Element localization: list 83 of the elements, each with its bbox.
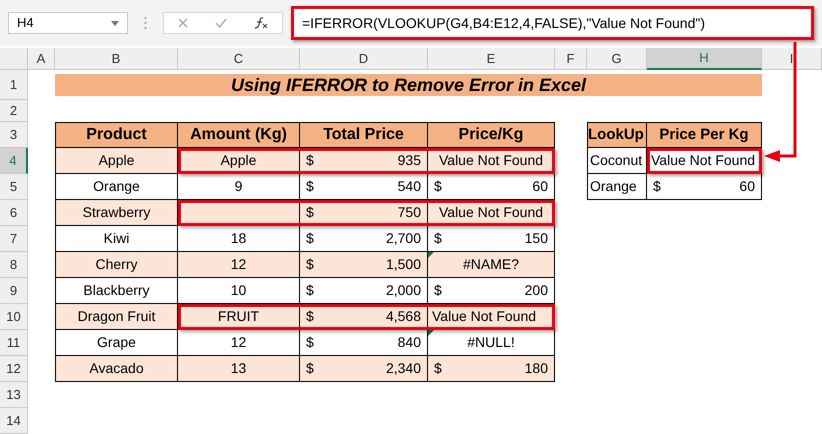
column-header[interactable]: C: [178, 48, 300, 70]
table-cell: Orange: [55, 174, 178, 200]
column-header[interactable]: G: [587, 48, 647, 70]
row-header[interactable]: 13: [0, 382, 28, 408]
name-box[interactable]: H4: [8, 12, 128, 34]
row-header[interactable]: 3: [0, 122, 28, 148]
table-cell: 10: [178, 278, 300, 304]
cell-value: 935: [398, 151, 421, 170]
currency-symbol: $: [653, 177, 661, 196]
cell-value: 2,000: [386, 281, 421, 300]
currency-symbol: $: [306, 151, 314, 170]
cell-value: 1,500: [386, 255, 421, 274]
currency-symbol: $: [434, 359, 442, 378]
table-cell: Dragon Fruit: [55, 304, 178, 330]
cell-value: 150: [524, 229, 548, 248]
row-header[interactable]: 9: [0, 278, 28, 304]
table-cell: Apple: [55, 148, 178, 174]
column-header[interactable]: D: [300, 48, 428, 70]
table-cell: Strawberry: [55, 200, 178, 226]
currency-symbol: $: [306, 307, 314, 326]
column-header[interactable]: B: [55, 48, 178, 70]
title-banner: Using IFERROR to Remove Error in Excel: [55, 74, 762, 96]
cell-value: 2,340: [386, 359, 421, 378]
column-header[interactable]: I: [762, 48, 822, 70]
table-cell: Blackberry: [55, 278, 178, 304]
column-heading: Price Per Kg: [647, 122, 762, 148]
currency-symbol: $: [306, 177, 314, 196]
table-cell: Orange: [587, 174, 647, 200]
column-heading: Price/Kg: [428, 122, 555, 148]
currency-symbol: $: [434, 281, 442, 300]
row-header[interactable]: 7: [0, 226, 28, 252]
table-cell: Avacado: [55, 356, 178, 382]
currency-symbol: $: [306, 281, 314, 300]
row-header[interactable]: 10: [0, 304, 28, 330]
cell-value: 2,700: [386, 229, 421, 248]
row-header[interactable]: 8: [0, 252, 28, 278]
column-header[interactable]: H: [647, 48, 762, 70]
cell-value: 200: [524, 281, 548, 300]
table-cell: 9: [178, 174, 300, 200]
table-cell: Coconut: [587, 148, 647, 174]
currency-symbol: $: [434, 177, 442, 196]
cell-value: 60: [532, 177, 548, 196]
table-cell: Kiwi: [55, 226, 178, 252]
table-cell: Cherry: [55, 252, 178, 278]
cell-value: Value Not Found: [438, 151, 544, 170]
column-heading: Product: [55, 122, 178, 148]
cell-value: #NULL!: [466, 333, 516, 352]
row-header[interactable]: 6: [0, 200, 28, 226]
currency-symbol: $: [306, 203, 314, 222]
table-cell: 12: [178, 330, 300, 356]
table-cell: Grape: [55, 330, 178, 356]
cell-value: 840: [398, 333, 421, 352]
currency-symbol: $: [306, 359, 314, 378]
column-header[interactable]: A: [28, 48, 55, 70]
table-cell: 13: [178, 356, 300, 382]
cell-value: 60: [739, 177, 755, 196]
row-header[interactable]: 11: [0, 330, 28, 356]
row-header[interactable]: 12: [0, 356, 28, 382]
row-header[interactable]: 5: [0, 174, 28, 200]
cell-value: 180: [524, 359, 548, 378]
formula-field[interactable]: =IFERROR(VLOOKUP(G4,B4:E12,4,FALSE),"Value Not Found"): [291, 6, 814, 40]
cell-value: Value Not Found: [650, 151, 756, 170]
currency-symbol: $: [306, 255, 314, 274]
row-header[interactable]: 14: [0, 408, 28, 434]
column-heading: LookUp: [587, 122, 647, 148]
row-header[interactable]: 2: [0, 100, 28, 122]
cell-value: 750: [398, 203, 421, 222]
cell-value: Value Not Found: [431, 307, 538, 326]
cell-value: Value Not Found: [438, 203, 544, 222]
table-cell: 18: [178, 226, 300, 252]
column-heading: Total Price: [300, 122, 428, 148]
cell-value: #NAME?: [462, 255, 520, 274]
row-header[interactable]: 1: [0, 70, 28, 100]
table-cell: 12: [178, 252, 300, 278]
cell-value: 4,568: [386, 307, 421, 326]
currency-symbol: $: [434, 229, 442, 248]
cell-value: 540: [398, 177, 421, 196]
currency-symbol: $: [306, 333, 314, 352]
currency-symbol: $: [306, 229, 314, 248]
column-header[interactable]: F: [555, 48, 587, 70]
column-header[interactable]: E: [428, 48, 555, 70]
row-header[interactable]: 4: [0, 148, 28, 174]
column-heading: Amount (Kg): [178, 122, 300, 148]
